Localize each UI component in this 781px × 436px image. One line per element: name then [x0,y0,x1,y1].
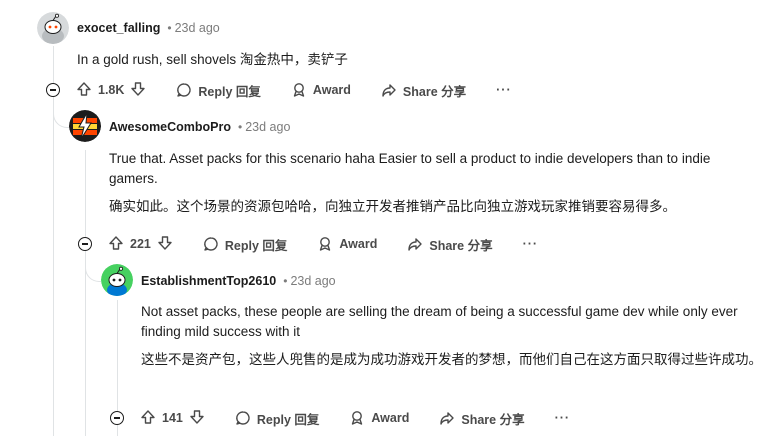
meta-separator: • [238,120,243,134]
vote-score: 141 [162,411,183,425]
upvote-icon[interactable] [108,235,124,254]
more-options-button[interactable]: ··· [523,237,539,251]
author-name[interactable]: AwesomeComboPro [109,120,231,134]
avatar[interactable] [101,264,133,296]
comment-text: True that. Asset packs for this scenario… [109,151,711,186]
more-options-button[interactable]: ··· [555,411,571,425]
reply-label: Reply 回复 [198,84,261,99]
share-icon [439,410,455,426]
award-icon [317,236,333,252]
reply-label: Reply 回复 [256,412,320,427]
timestamp[interactable]: 23d ago [245,120,290,134]
award-icon [349,410,365,426]
more-options-button[interactable]: ··· [496,83,512,97]
avatar[interactable] [69,110,101,142]
downvote-icon[interactable] [130,81,146,100]
award-button[interactable]: Award [291,82,351,98]
share-icon [381,82,397,98]
comment-text: In a gold rush, sell shovels 淘金热中，卖铲子 [77,52,348,67]
award-label: Award [312,83,351,97]
avatar[interactable] [37,12,69,44]
timestamp[interactable]: 23d ago [175,21,220,35]
comment-text: Not asset packs, these people are sellin… [141,304,738,339]
reply-button[interactable]: Reply 回复 [203,235,288,254]
award-label: Award [339,237,378,251]
comment-text-translation: 这些不是资产包，这些人兜售的是成为成功游戏开发者的梦想，而他们自己在这方面只取得… [141,352,762,367]
collapse-icon[interactable] [110,411,124,425]
comment-thread: exocet_falling • 23d ago In a gold rush,… [0,0,781,436]
share-button[interactable]: Share 分享 [381,81,466,100]
collapse-icon[interactable] [46,83,60,97]
comment-actions: 221 Reply 回复 Award Share 分享 ··· [108,231,538,257]
comment-body: Not asset packs, these people are sellin… [141,302,763,378]
timestamp[interactable]: 23d ago [290,274,335,288]
vote-group: 141 [140,409,205,428]
reply-button[interactable]: Reply 回复 [176,81,261,100]
comment-text-translation: 确实如此。这个场景的资源包哈哈，向独立开发者推销产品比向独立游戏玩家推销要容易得… [109,199,676,214]
reply-bubble-icon [203,236,219,252]
reply-button[interactable]: Reply 回复 [235,409,320,428]
award-button[interactable]: Award [349,410,409,426]
author-name[interactable]: EstablishmentTop2610 [141,274,276,288]
upvote-icon[interactable] [76,81,92,100]
share-label: Share 分享 [461,412,525,427]
upvote-icon[interactable] [140,409,156,428]
thread-branch [53,100,69,128]
reply-label: Reply 回复 [224,238,288,253]
meta-separator: • [283,274,288,288]
downvote-icon[interactable] [157,235,173,254]
award-label: Award [371,411,410,425]
share-label: Share 分享 [402,84,467,99]
share-label: Share 分享 [429,238,493,253]
comment-header: AwesomeComboPro • 23d ago [109,117,290,137]
share-icon [407,236,423,252]
author-name[interactable]: exocet_falling [77,21,160,35]
comment-body: True that. Asset packs for this scenario… [109,149,745,225]
meta-separator: • [167,21,172,35]
collapse-icon[interactable] [78,237,92,251]
reply-bubble-icon [176,82,192,98]
vote-score: 221 [130,237,151,251]
comment-actions: 1.8K Reply 回复 Award Share 分享 ··· [76,77,512,103]
share-button[interactable]: Share 分享 [407,235,493,254]
reply-bubble-icon [235,410,251,426]
vote-score: 1.8K [98,83,125,97]
share-button[interactable]: Share 分享 [439,409,525,428]
vote-group: 1.8K [76,81,146,100]
comment-actions: 141 Reply 回复 Award Share 分享 ··· [140,405,570,431]
award-button[interactable]: Award [317,236,377,252]
thread-line [85,150,86,436]
comment-header: exocet_falling • 23d ago [77,18,220,38]
vote-group: 221 [108,235,173,254]
award-icon [291,82,307,98]
downvote-icon[interactable] [189,409,205,428]
comment-header: EstablishmentTop2610 • 23d ago [141,271,336,291]
comment-body: In a gold rush, sell shovels 淘金热中，卖铲子 [77,50,757,78]
thread-branch [85,254,101,282]
